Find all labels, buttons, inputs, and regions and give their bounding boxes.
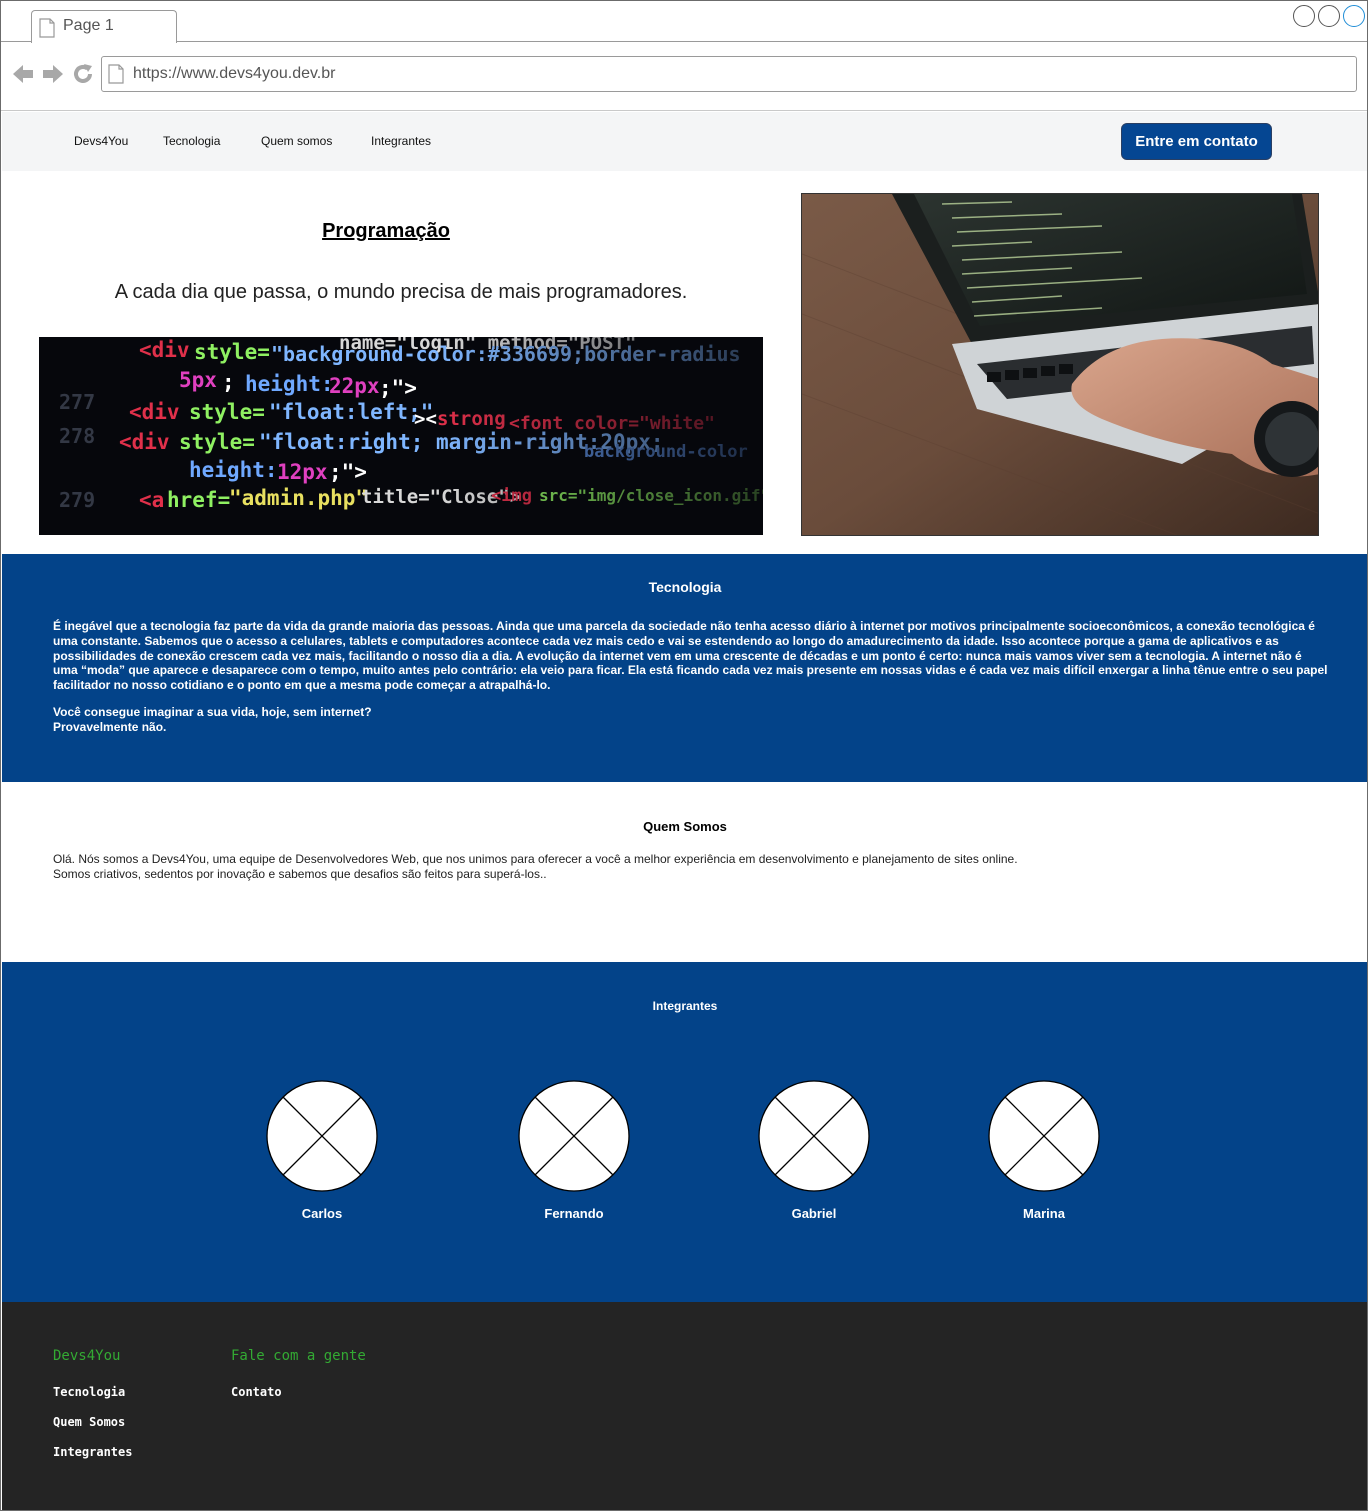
page-icon (108, 64, 124, 84)
browser-window: Page 1 https://www.devs4you.dev.br Devs4… (0, 0, 1368, 1511)
footer-link-integrantes[interactable]: Integrantes (53, 1445, 132, 1459)
footer-link-tecnologia[interactable]: Tecnologia (53, 1385, 125, 1399)
member-card-fernando: Fernando (494, 1080, 654, 1221)
navigation-buttons (11, 62, 95, 86)
quem-somos-text: Olá. Nós somos a Devs4You, uma equipe de… (53, 852, 1018, 882)
quem-somos-title: Quem Somos (643, 819, 727, 834)
member-name: Gabriel (791, 1206, 837, 1221)
tecnologia-title: Tecnologia (648, 579, 722, 595)
site-navbar: Devs4You Tecnologia Quem somos Integrant… (2, 112, 1367, 171)
url-text: https://www.devs4you.dev.br (133, 65, 336, 82)
browser-chrome: Page 1 https://www.devs4you.dev.br (1, 1, 1367, 111)
contact-button[interactable]: Entre em contato (1121, 123, 1272, 160)
avatar-placeholder-icon (988, 1080, 1100, 1192)
laptop-photo-graphic (802, 194, 1318, 535)
back-arrow-icon[interactable] (11, 62, 35, 86)
tecnologia-answer: Provavelmente não. (53, 720, 167, 734)
address-bar[interactable]: https://www.devs4you.dev.br (101, 56, 1357, 92)
quem-somos-line-1: Olá. Nós somos a Devs4You, uma equipe de… (53, 852, 1018, 866)
reload-icon[interactable] (71, 62, 95, 86)
quem-somos-line-2: Somos criativos, sedentos por inovação e… (53, 867, 547, 881)
maximize-button[interactable] (1318, 5, 1340, 27)
footer-link-quem-somos[interactable]: Quem Somos (53, 1415, 125, 1429)
site-footer: Devs4You Tecnologia Quem Somos Integrant… (2, 1302, 1367, 1510)
member-card-marina: Marina (964, 1080, 1124, 1221)
forward-arrow-icon[interactable] (41, 62, 65, 86)
tab-title: Page 1 (63, 17, 114, 34)
member-name: Carlos (301, 1206, 343, 1221)
integrantes-title: Integrantes (652, 999, 718, 1013)
nav-link-quem-somos[interactable]: Quem somos (261, 134, 332, 148)
member-card-carlos: Carlos (242, 1080, 402, 1221)
nav-link-integrantes[interactable]: Integrantes (371, 134, 431, 148)
nav-link-devs4you[interactable]: Devs4You (74, 134, 128, 148)
hero-subtitle: A cada dia que passa, o mundo precisa de… (114, 281, 688, 303)
window-controls (1293, 5, 1365, 27)
tecnologia-section: Tecnologia É inegável que a tecnologia f… (2, 554, 1367, 782)
code-image: 277 278 279 name="login" method="POST" <… (39, 337, 763, 535)
tab-strip: Page 1 (1, 1, 1367, 43)
minimize-button[interactable] (1293, 5, 1315, 27)
avatar-placeholder-icon (266, 1080, 378, 1192)
close-button[interactable] (1343, 5, 1365, 27)
member-name: Marina (1023, 1206, 1065, 1221)
hero-title: Programação (322, 220, 450, 242)
avatar-placeholder-icon (758, 1080, 870, 1192)
footer-link-contato[interactable]: Contato (231, 1385, 282, 1399)
member-card-gabriel: Gabriel (734, 1080, 894, 1221)
code-image-graphic: 277 278 279 name="login" method="POST" <… (39, 337, 763, 535)
tecnologia-paragraph: É inegável que a tecnologia faz parte da… (53, 619, 1328, 693)
tecnologia-question-block: Você consegue imaginar a sua vida, hoje,… (53, 705, 372, 735)
laptop-image (801, 193, 1319, 536)
nav-link-tecnologia[interactable]: Tecnologia (163, 134, 220, 148)
footer-brand-title: Devs4You (53, 1348, 121, 1364)
avatar-placeholder-icon (518, 1080, 630, 1192)
member-name: Fernando (544, 1206, 604, 1221)
tecnologia-question: Você consegue imaginar a sua vida, hoje,… (53, 705, 372, 719)
browser-tab[interactable]: Page 1 (31, 10, 177, 43)
integrantes-section: Integrantes Carlos Fernando Gabriel Mari… (2, 962, 1367, 1302)
footer-contact-title: Fale com a gente (231, 1348, 366, 1364)
document-icon (39, 18, 55, 38)
